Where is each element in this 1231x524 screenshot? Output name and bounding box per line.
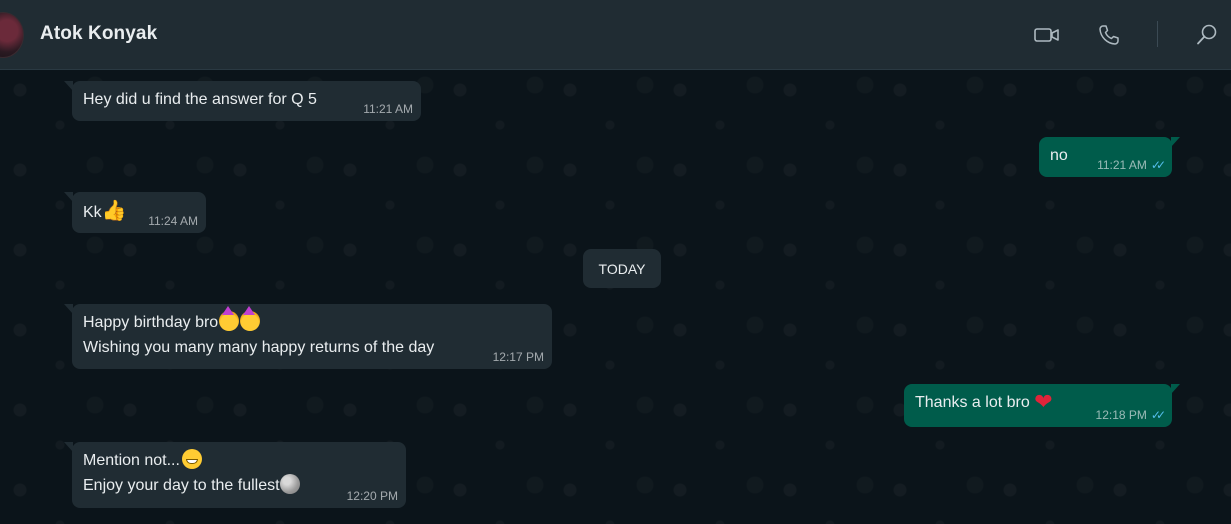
message-time: 12:20 PM <box>346 489 398 503</box>
full-moon-face-icon <box>279 474 300 494</box>
message-text: Thanks a lot bro <box>915 394 1030 411</box>
message-bubble-incoming[interactable]: Mention not... Enjoy your day to the ful… <box>64 442 406 508</box>
message-text: no <box>1050 147 1068 164</box>
message-meta: 12:18 PM ✓✓ <box>1095 407 1167 423</box>
date-separator: TODAY <box>583 249 661 288</box>
message-meta: 11:21 AM <box>363 101 413 117</box>
message-time: 12:17 PM <box>492 350 544 364</box>
message-line: Wishing you many many happy returns of t… <box>83 335 542 360</box>
message-text: Happy birthday bro <box>83 314 219 331</box>
message-time: 11:24 AM <box>148 214 198 228</box>
message-time: 11:21 AM <box>1097 158 1147 172</box>
voice-call-icon[interactable] <box>1096 22 1122 48</box>
message-text: Hey did u find the answer for Q 5 <box>83 91 317 108</box>
read-receipt-icon: ✓✓ <box>1150 408 1166 422</box>
partying-face-icon <box>240 306 261 331</box>
message-line: Mention not... <box>83 448 396 473</box>
partying-face-icon <box>219 306 240 331</box>
header-divider <box>1157 21 1158 47</box>
message-text: Enjoy your day to the fullest <box>83 477 280 494</box>
whatsapp-window: Atok Konyak Hey did u find the answer fo… <box>0 0 1231 524</box>
red-heart-icon: ❤ <box>1034 390 1053 415</box>
search-icon[interactable] <box>1194 22 1220 48</box>
message-bubble-incoming[interactable]: Kk👍 11:24 AM <box>64 192 206 233</box>
message-time: 11:21 AM <box>363 102 413 116</box>
message-bubble-outgoing[interactable]: Thanks a lot bro ❤ 12:18 PM ✓✓ <box>904 384 1180 427</box>
message-text: Kk <box>83 204 102 221</box>
contact-name[interactable]: Atok Konyak <box>40 23 157 45</box>
message-text: Wishing you many many happy returns of t… <box>83 339 435 356</box>
message-meta: 11:24 AM <box>148 213 198 229</box>
contact-avatar[interactable] <box>0 12 24 58</box>
message-bubble-incoming[interactable]: Hey did u find the answer for Q 5 11:21 … <box>64 81 421 121</box>
video-call-icon[interactable] <box>1034 22 1060 48</box>
thumbs-up-icon: 👍 <box>101 198 127 222</box>
message-time: 12:18 PM <box>1095 408 1147 422</box>
message-text: Mention not... <box>83 452 180 469</box>
grinning-face-icon <box>181 449 202 469</box>
read-receipt-icon: ✓✓ <box>1150 158 1166 172</box>
message-bubble-incoming[interactable]: Happy birthday bro Wishing you many many… <box>64 304 552 369</box>
message-bubble-outgoing[interactable]: no 11:21 AM ✓✓ <box>1039 137 1180 177</box>
message-line: Happy birthday bro <box>83 306 542 335</box>
message-meta: 12:17 PM <box>493 349 544 365</box>
message-meta: 11:21 AM ✓✓ <box>1097 157 1166 173</box>
chat-header: Atok Konyak <box>0 0 1231 70</box>
message-meta: 12:20 PM <box>347 488 398 504</box>
